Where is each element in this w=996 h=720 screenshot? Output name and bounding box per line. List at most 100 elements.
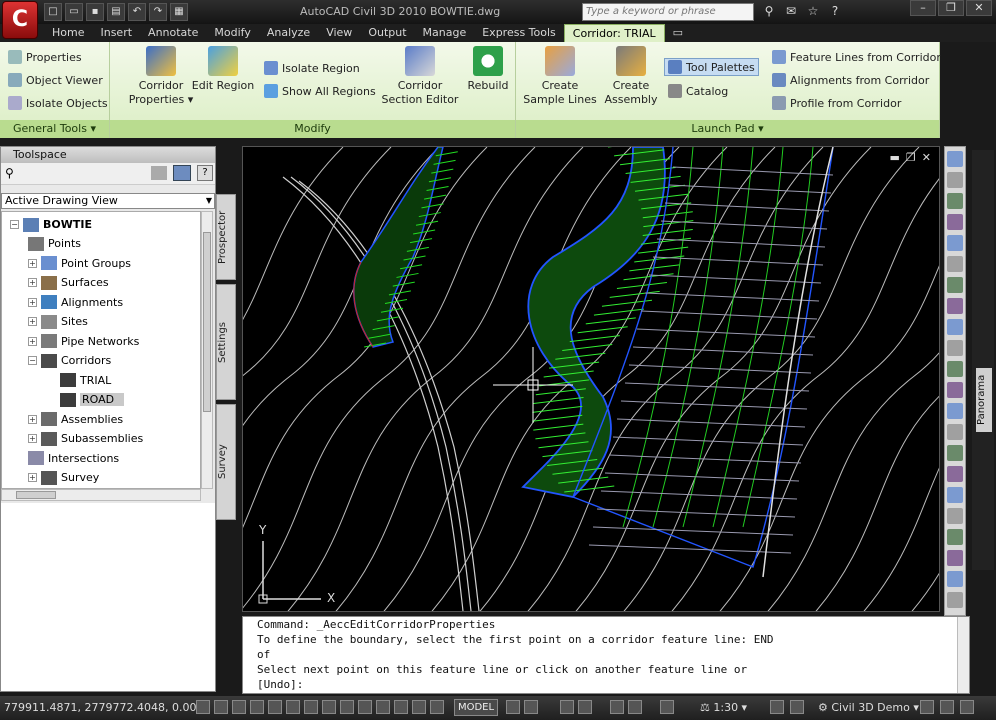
chamfer-icon[interactable] (947, 445, 963, 461)
toolspace-icon[interactable]: ⚲ (5, 166, 14, 180)
command-window[interactable]: Command: _AeccEditCorridorProperties To … (242, 616, 970, 694)
close-button[interactable]: ✕ (966, 0, 992, 16)
tab-view[interactable]: View (318, 24, 360, 42)
tab-corridor-trial[interactable]: Corridor: TRIAL (563, 24, 665, 42)
command-scrollbar[interactable] (957, 617, 969, 693)
quick-properties-icon[interactable] (376, 700, 390, 714)
save-icon[interactable]: ▪ (86, 3, 104, 21)
list-view-icon[interactable] (173, 165, 191, 181)
expand-toggle-icon[interactable]: + (28, 414, 37, 424)
corridor-properties-button[interactable]: Corridor Properties ▾ (122, 46, 200, 107)
profile-from-corridor-button[interactable]: Profile from Corridor (772, 96, 901, 110)
help-icon[interactable]: ? (197, 165, 213, 181)
maximize-viewport-icon[interactable] (660, 700, 674, 714)
ducs-icon[interactable] (322, 700, 336, 714)
drawing-viewport[interactable]: ▬ ❐ ✕ Y X (242, 146, 940, 612)
ribbon-minimize-icon[interactable]: ▭ (665, 24, 691, 42)
scroll-thumb[interactable] (16, 491, 56, 499)
tab-insert[interactable]: Insert (92, 24, 140, 42)
model-space-button[interactable]: MODEL (454, 699, 498, 716)
ortho-icon[interactable] (250, 700, 264, 714)
open-icon[interactable]: ▭ (65, 3, 83, 21)
tab-output[interactable]: Output (360, 24, 414, 42)
tab-analyze[interactable]: Analyze (259, 24, 318, 42)
explode-icon[interactable] (947, 487, 963, 503)
break-icon[interactable] (947, 403, 963, 419)
tab-panorama[interactable]: Panorama (976, 368, 992, 432)
select-icon[interactable] (947, 151, 963, 167)
tree-item-intersections[interactable]: Intersections (28, 449, 119, 468)
tree-item-sites[interactable]: + Sites (28, 312, 88, 331)
isolate-objects-button[interactable]: Isolate Objects (8, 96, 108, 110)
launch-pad-title[interactable]: Launch Pad ▾ (516, 120, 939, 138)
alignments-from-corridor-button[interactable]: Alignments from Corridor (772, 73, 929, 87)
workspace-switcher[interactable]: ⚙ Civil 3D Demo ▾ (818, 701, 919, 714)
undo-icon[interactable]: ↶ (128, 3, 146, 21)
osnap-icon[interactable] (286, 700, 300, 714)
restore-icon[interactable]: ❐ (906, 151, 916, 164)
expand-toggle-icon[interactable]: − (10, 220, 19, 229)
scale-icon[interactable] (947, 319, 963, 335)
tree-item-point-groups[interactable]: + Point Groups (28, 254, 131, 273)
infer-constraints-icon[interactable] (196, 700, 210, 714)
star-icon[interactable]: ☆ (804, 2, 822, 20)
tool-palettes-button[interactable]: Tool Palettes (664, 58, 759, 76)
show-all-regions-button[interactable]: Show All Regions (264, 84, 376, 98)
quick-view-drawings-icon[interactable] (524, 700, 538, 714)
tree-item-points[interactable]: Points (28, 234, 81, 253)
polar-icon[interactable] (268, 700, 282, 714)
offset-icon[interactable] (947, 340, 963, 356)
otrack-icon[interactable] (304, 700, 318, 714)
tab-survey[interactable]: Survey (216, 404, 236, 520)
showmotion-icon[interactable] (628, 700, 642, 714)
tab-prospector[interactable]: Prospector (216, 194, 236, 280)
rotate-icon[interactable] (947, 298, 963, 314)
expand-toggle-icon[interactable]: + (28, 258, 37, 268)
auto-scale-icon[interactable] (790, 700, 804, 714)
rebuild-button[interactable]: Rebuild (462, 46, 514, 93)
tab-home[interactable]: Home (44, 24, 92, 42)
item-view-icon[interactable] (151, 166, 167, 180)
bulb-icon[interactable] (940, 700, 954, 714)
line-icon[interactable] (947, 172, 963, 188)
object-viewer-button[interactable]: Object Viewer (8, 73, 103, 87)
expand-toggle-icon[interactable]: + (28, 317, 37, 326)
tree-vertical-scrollbar[interactable] (201, 211, 213, 489)
hatch-icon[interactable] (947, 508, 963, 524)
application-menu-button[interactable]: C (2, 1, 38, 39)
block-icon[interactable] (947, 550, 963, 566)
arc-icon[interactable] (947, 214, 963, 230)
tree-root-drawing[interactable]: − BOWTIE (10, 215, 92, 234)
extend-icon[interactable] (947, 382, 963, 398)
command-prompt[interactable]: [Undo]: (243, 677, 969, 692)
steeringwheel-icon[interactable] (610, 700, 624, 714)
tree-item-assemblies[interactable]: + Assemblies (28, 410, 123, 429)
lock-icon[interactable] (920, 700, 934, 714)
quick-view-layouts-icon[interactable] (506, 700, 520, 714)
selection-cycling-icon[interactable] (394, 700, 408, 714)
tab-settings[interactable]: Settings (216, 284, 236, 400)
annotation-scale[interactable]: ⚖ 1:30 ▾ (700, 701, 747, 714)
polyline-icon[interactable] (947, 193, 963, 209)
tree-item-pipe-networks[interactable]: + Pipe Networks (28, 332, 139, 351)
pan-icon[interactable] (412, 700, 426, 714)
expand-toggle-icon[interactable]: + (28, 278, 37, 287)
clean-screen-icon[interactable] (960, 700, 974, 714)
create-assembly-button[interactable]: Create Assembly (600, 46, 662, 107)
search-input[interactable]: Type a keyword or phrase (582, 3, 754, 21)
tree-item-survey[interactable]: + Survey (28, 468, 99, 487)
tree-item-corridors[interactable]: − Corridors (28, 351, 111, 370)
binoculars-icon[interactable]: ⚲ (760, 2, 778, 20)
expand-toggle-icon[interactable]: − (28, 356, 37, 365)
tree-horizontal-scrollbar[interactable] (1, 489, 201, 501)
text-icon[interactable] (947, 529, 963, 545)
edit-region-button[interactable]: Edit Region (190, 46, 256, 93)
tree-item-corridor-trial[interactable]: TRIAL (60, 371, 111, 390)
close-icon[interactable]: ✕ (922, 151, 931, 164)
general-tools-title[interactable]: General Tools ▾ (0, 120, 109, 138)
layer-icon[interactable] (947, 592, 963, 608)
tree-item-subassemblies[interactable]: + Subassemblies (28, 429, 143, 448)
grid-icon[interactable] (232, 700, 246, 714)
redo-icon[interactable]: ↷ (149, 3, 167, 21)
print-icon[interactable]: ▤ (107, 3, 125, 21)
